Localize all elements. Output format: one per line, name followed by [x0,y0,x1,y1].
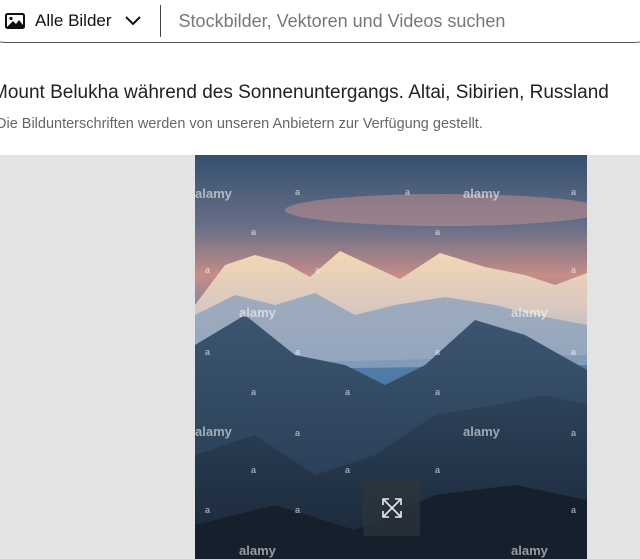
search-bar: Alle Bilder [0,0,640,43]
watermark: alamy [463,186,501,201]
page: Alle Bilder Mount Belukha während des So… [0,0,640,559]
expand-image-button[interactable] [363,479,420,536]
image-type-dropdown[interactable]: Alle Bilder [0,5,161,37]
watermark: alamy [511,543,549,558]
image-title: Mount Belukha während des Sonnenuntergan… [0,82,609,103]
image-icon [5,13,25,29]
image-caption: Mount Belukha während des Sonnenuntergan… [0,43,640,155]
watermark: alamy [195,424,233,439]
watermark: alamy [239,305,277,320]
expand-icon [381,497,402,518]
watermark: alamy [195,186,233,201]
caption-note: Die Bildunterschriften werden von unsere… [0,116,483,132]
watermark: alamy [511,305,549,320]
chevron-down-icon [124,16,141,26]
search-input[interactable] [178,5,640,37]
image-type-label: Alle Bilder [35,11,112,30]
watermark: alamy [463,424,501,439]
watermark: alamy [239,543,277,558]
image-viewer: alamy alamy alamy alamy alamy alamy alam… [0,155,640,559]
